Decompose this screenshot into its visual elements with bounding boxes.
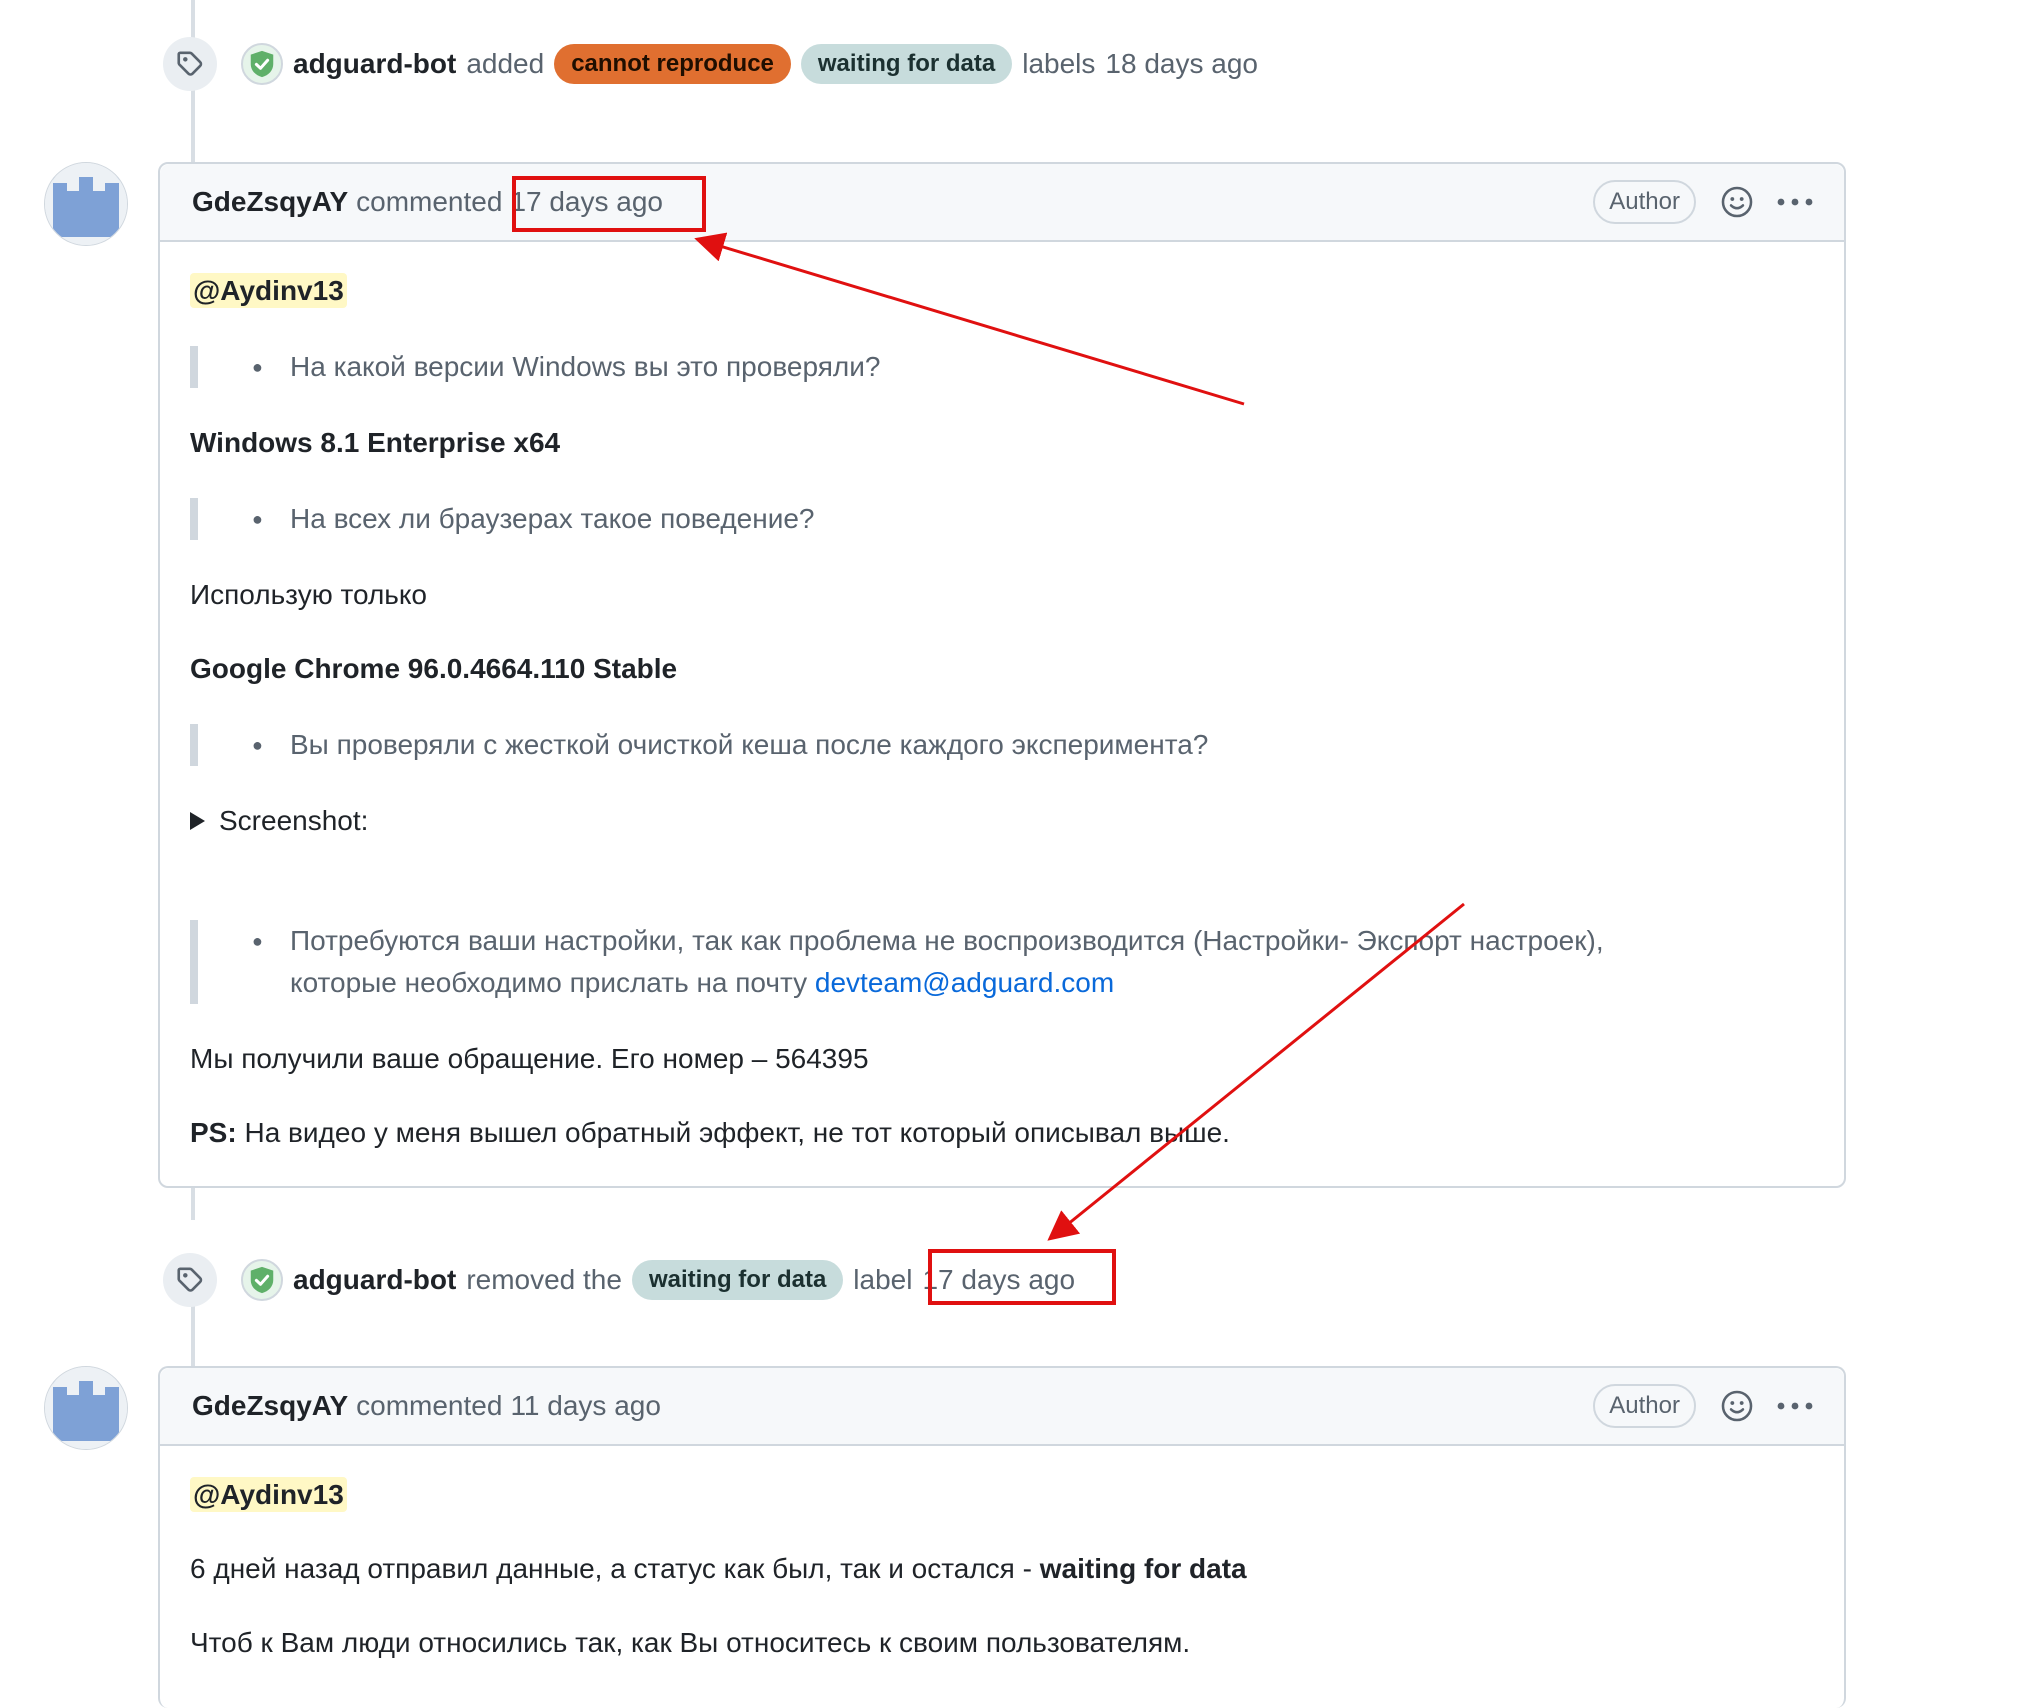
comment-card: GdeZsqyAY commented 17 days ago Author @…: [158, 162, 1846, 1188]
label-waiting-for-data[interactable]: waiting for data: [800, 44, 1013, 84]
user-mention[interactable]: @Aydinv13: [190, 273, 347, 308]
bullet-icon: ●: [252, 931, 263, 951]
comment-header: GdeZsqyAY commented 11 days ago Author: [160, 1368, 1844, 1446]
event-actor[interactable]: adguard-bot: [293, 1264, 456, 1296]
bullet-icon: ●: [252, 357, 263, 377]
event-suffix: label: [853, 1264, 913, 1295]
quote-text: Вы проверяли с жесткой очисткой кеша пос…: [290, 729, 1209, 760]
paragraph-bold: waiting for data: [1039, 1553, 1247, 1584]
comment-time[interactable]: 11 days ago: [510, 1390, 661, 1422]
identicon-icon: [45, 163, 127, 245]
annotation-box-event-time: [928, 1249, 1116, 1305]
author-badge: Author: [1593, 1384, 1696, 1428]
event-actor[interactable]: adguard-bot: [293, 48, 456, 80]
ps-text: На видео у меня вышел обратный эффект, н…: [244, 1117, 1230, 1148]
comment-body: @Aydinv13 ● На какой версии Windows вы э…: [160, 242, 1844, 1186]
quote-text-line1: Потребуются ваши настройки, так как проб…: [290, 925, 1604, 956]
quote-text: На какой версии Windows вы это проверяли…: [290, 351, 881, 382]
blockquote: ● Потребуются ваши настройки, так как пр…: [190, 920, 1814, 1004]
disclosure-triangle-icon: [190, 812, 205, 830]
paragraph: Чтоб к Вам люди относились так, как Вы о…: [190, 1627, 1191, 1658]
comment-verb: commented: [356, 186, 503, 217]
tag-icon: [163, 1253, 217, 1307]
quote-text: На всех ли браузерах такое поведение?: [290, 503, 815, 534]
event-time[interactable]: 18 days ago: [1105, 48, 1258, 80]
timeline-event-labels-added: adguard-bot added cannot reproduce waiti…: [163, 34, 1258, 94]
paragraph: Google Chrome 96.0.4664.110 Stable: [190, 653, 678, 684]
summary-label: Screenshot:: [219, 805, 369, 836]
comment-header: GdeZsqyAY commented 17 days ago Author: [160, 164, 1844, 242]
comment-card: GdeZsqyAY commented 11 days ago Author @…: [158, 1366, 1846, 1708]
details-summary[interactable]: Screenshot:: [190, 802, 1814, 840]
bullet-icon: ●: [252, 735, 263, 755]
bullet-icon: ●: [252, 509, 263, 529]
comment-body: @Aydinv13 6 дней назад отправил данные, …: [160, 1446, 1844, 1696]
label-cannot-reproduce[interactable]: cannot reproduce: [554, 44, 791, 84]
verified-check-icon[interactable]: [241, 1259, 283, 1301]
quote-text: Потребуются ваши настройки, так как проб…: [290, 920, 1604, 1004]
comment-author[interactable]: GdeZsqyAY: [192, 1390, 348, 1422]
kebab-menu-icon[interactable]: [1776, 197, 1814, 207]
blockquote: ● На всех ли браузерах такое поведение?: [190, 498, 1814, 540]
tag-icon: [163, 37, 217, 91]
ps-label: PS:: [190, 1117, 237, 1148]
avatar[interactable]: [44, 1366, 128, 1450]
comment-author[interactable]: GdeZsqyAY: [192, 186, 348, 218]
blockquote: ● На какой версии Windows вы это проверя…: [190, 346, 1814, 388]
paragraph: 6 дней назад отправил данные, а статус к…: [190, 1550, 1814, 1588]
paragraph: Windows 8.1 Enterprise x64: [190, 427, 561, 458]
author-badge: Author: [1593, 180, 1696, 224]
smiley-icon[interactable]: [1720, 1389, 1754, 1423]
paragraph-text: 6 дней назад отправил данные, а статус к…: [190, 1553, 1032, 1584]
verified-check-icon[interactable]: [241, 43, 283, 85]
avatar[interactable]: [44, 162, 128, 246]
event-suffix: labels: [1022, 48, 1096, 79]
event-verb: removed the: [466, 1264, 622, 1295]
identicon-icon: [45, 1367, 127, 1449]
paragraph-ps: PS: На видео у меня вышел обратный эффек…: [190, 1114, 1814, 1152]
email-link[interactable]: devteam@adguard.com: [815, 967, 1114, 998]
blockquote: ● Вы проверяли с жесткой очисткой кеша п…: [190, 724, 1814, 766]
event-verb: added: [466, 48, 545, 79]
label-waiting-for-data[interactable]: waiting for data: [631, 1260, 844, 1300]
annotation-box-comment-time: [512, 176, 706, 232]
quote-text-line2: которые необходимо прислать на почту: [290, 967, 808, 998]
paragraph: Использую только: [190, 579, 428, 610]
paragraph: Мы получили ваше обращение. Его номер – …: [190, 1043, 869, 1074]
user-mention[interactable]: @Aydinv13: [190, 1477, 347, 1512]
comment-verb: commented: [356, 1390, 503, 1421]
kebab-menu-icon[interactable]: [1776, 1401, 1814, 1411]
smiley-icon[interactable]: [1720, 185, 1754, 219]
